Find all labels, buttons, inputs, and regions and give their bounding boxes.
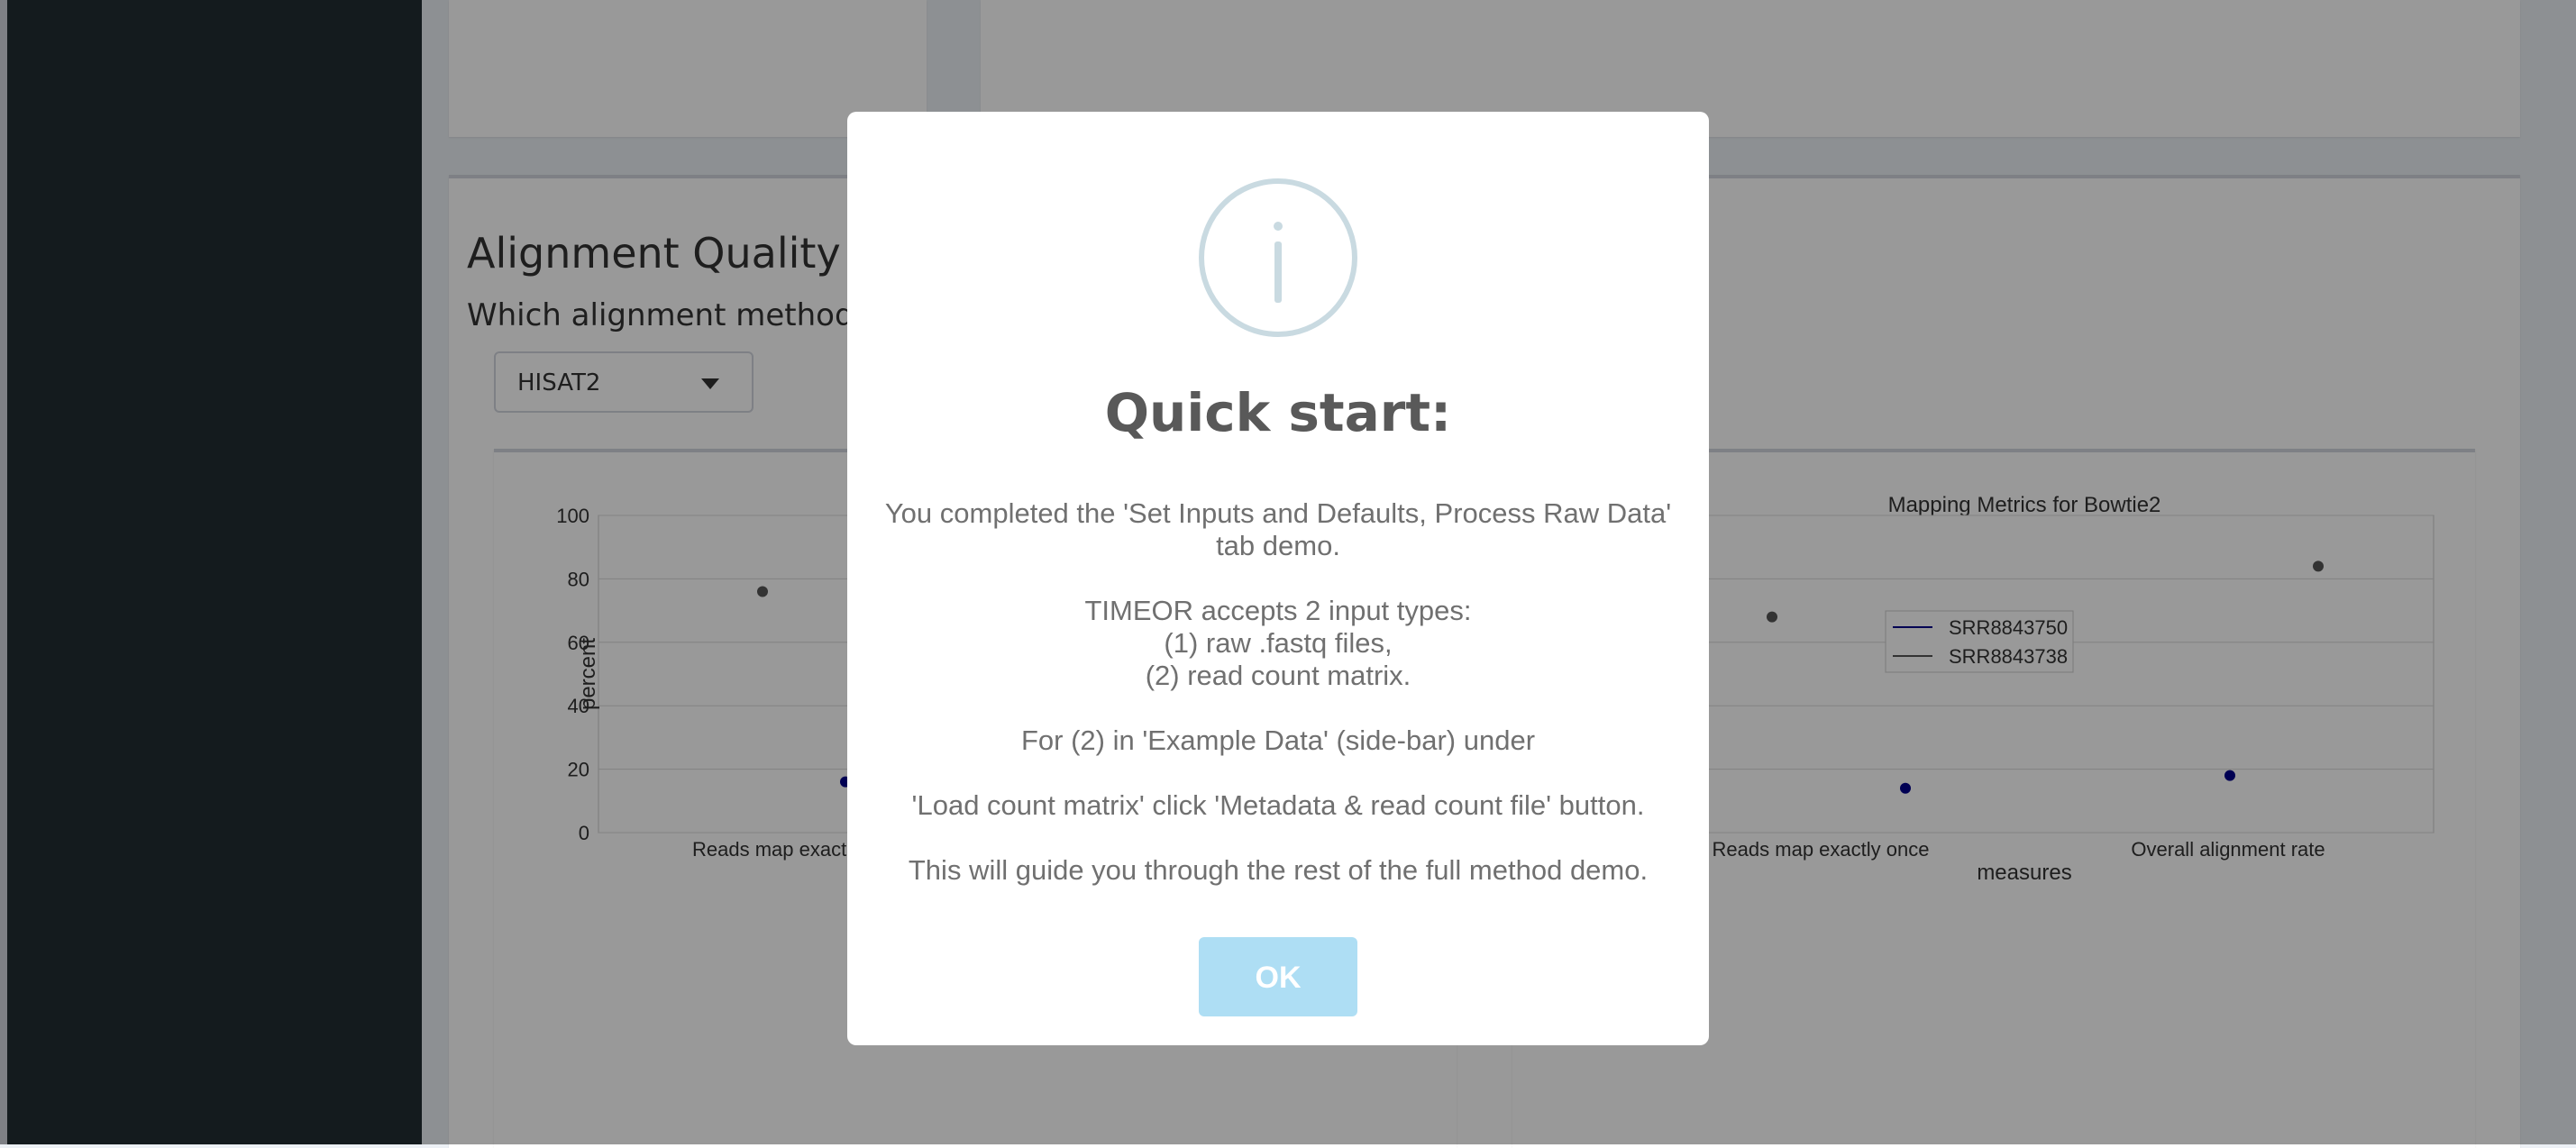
dialog-line: You completed the 'Set Inputs and Defaul… [884, 497, 1672, 529]
dialog-line: 'Load count matrix' click 'Metadata & re… [911, 789, 1645, 821]
dialog-title: Quick start: [1104, 382, 1452, 443]
dialog-line: tab demo. [1216, 530, 1340, 561]
dialog-line: (2) read count matrix. [1145, 660, 1411, 691]
quick-start-dialog: Quick start: You completed the 'Set Inpu… [847, 112, 1709, 1045]
info-icon [1199, 178, 1357, 337]
dialog-line: (1) raw .fastq files, [1164, 627, 1393, 659]
dialog-line: For (2) in 'Example Data' (side-bar) und… [1020, 724, 1536, 756]
ok-button[interactable]: OK [1199, 937, 1357, 1016]
dialog-line: This will guide you through the rest of … [908, 854, 1649, 886]
dialog-message: You completed the 'Set Inputs and Defaul… [883, 497, 1673, 887]
dialog-line: TIMEOR accepts 2 input types: [1084, 595, 1472, 626]
